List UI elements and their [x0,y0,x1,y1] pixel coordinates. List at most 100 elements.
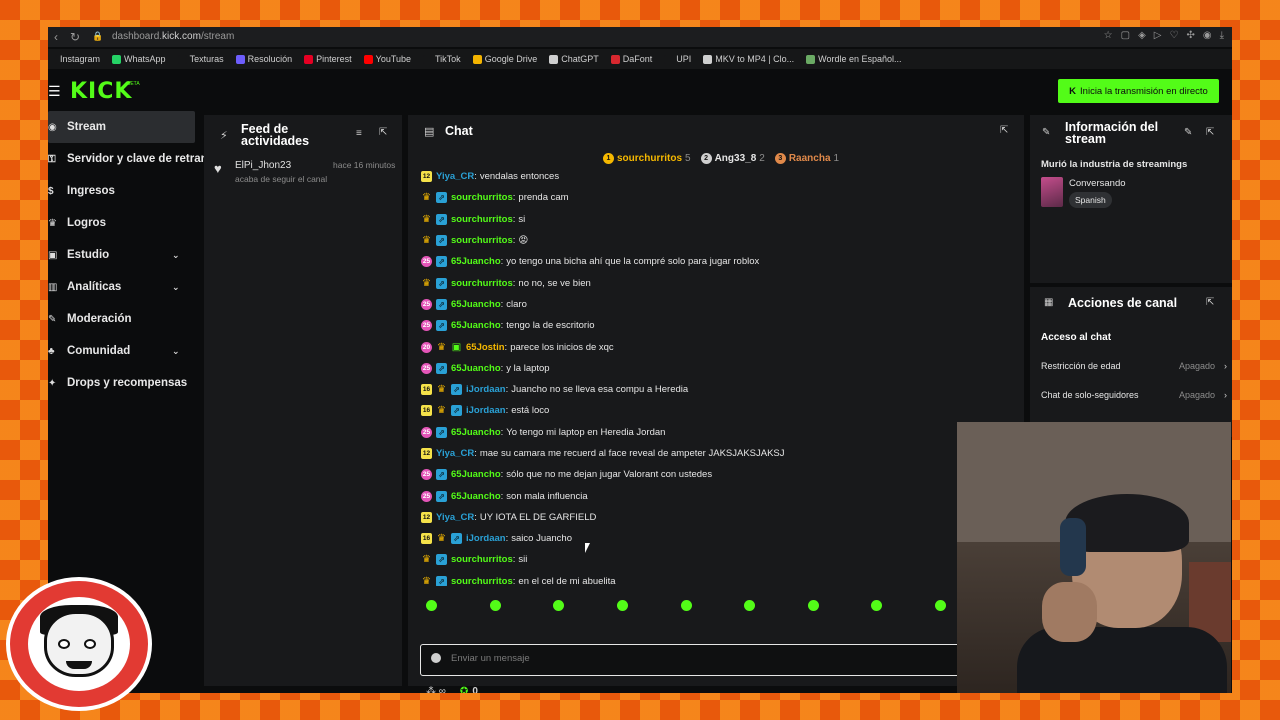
sidebar-item-servidor[interactable]: ⚿ Servidor y clave de retransmisión [48,143,251,175]
leaderboard-entry[interactable]: 1 sourchurritos 5 [603,153,691,164]
chat-username[interactable]: iJordaan [466,384,506,395]
popout-icon[interactable]: ⇱ [1000,125,1008,136]
bookmark-item[interactable]: YouTube [363,54,411,64]
bookmark-item[interactable]: ChatGPT [549,54,599,64]
sidebar-item-analíticas[interactable]: ▥ Analíticas ⌄ [48,271,198,303]
bookmark-star-icon[interactable]: ☆ [1104,30,1113,41]
extension-icon[interactable]: ▢ [1121,30,1130,41]
download-icon[interactable]: ⤓ [1220,30,1224,41]
feed-item-name[interactable]: ElPi_Jhon23 [235,160,291,171]
go-live-button[interactable]: K Inicia la transmisión en directo [1058,79,1219,103]
puzzle-icon[interactable]: ✣ [1186,30,1194,41]
points-icon[interactable]: ✪ [460,686,468,693]
chat-username[interactable]: sourchurritos [451,278,513,289]
emote-icon[interactable] [744,600,756,611]
chat-username[interactable]: 65Juancho [451,427,501,438]
chat-username[interactable]: 65Juancho [451,363,501,374]
emote-icon[interactable] [807,600,819,611]
followers-only-setting[interactable]: Chat de solo-seguidores Apagado › [1041,390,1227,400]
stream-info-title: Información del stream [1065,120,1159,146]
bookmark-item[interactable]: MKV to MP4 | Clo... [703,54,794,64]
sidebar-item-drops[interactable]: ✦ Drops y recompensas [48,367,198,399]
kick-logo[interactable]: KICK [70,79,132,104]
chat-username[interactable]: Yiya_CR [436,448,474,459]
chat-username[interactable]: Yiya_CR [436,171,474,182]
bookmark-item[interactable]: UPI [664,54,691,64]
colon: : [505,384,509,396]
back-icon[interactable]: ‹ [54,30,58,44]
crown-badge-icon: ♛ [437,341,446,353]
chat-username[interactable]: sourchurritos [451,192,513,203]
chevron-down-icon[interactable]: ⌄ [172,250,180,261]
reload-icon[interactable]: ↻ [70,30,80,44]
sidebar-item-estudio[interactable]: ▣ Estudio ⌄ [48,239,198,271]
emote-icon[interactable] [935,600,946,611]
play-icon[interactable]: ▷ [1154,30,1162,41]
colon: : [474,511,477,523]
sidebar-item-ingresos[interactable]: $ Ingresos [48,175,198,207]
settings-icon[interactable]: ⁂ ∞ [426,686,446,693]
emote-icon[interactable] [426,600,437,611]
emote-icon[interactable] [553,600,565,611]
bookmark-item[interactable]: Instagram [48,54,100,64]
verified-badge-icon: ⇗ [436,256,447,268]
bookmark-item[interactable]: Google Drive [472,54,537,64]
edit-icon[interactable]: ✎ [1184,127,1192,138]
chat-username[interactable]: sourchurritos [451,235,513,246]
chat-username[interactable]: iJordaan [466,533,506,544]
emote-icon[interactable] [489,600,501,611]
popout-icon[interactable]: ⇱ [1206,297,1214,308]
chat-username[interactable]: Yiya_CR [436,512,474,523]
emote-icon[interactable] [616,600,628,611]
chat-username[interactable]: 65Juancho [451,469,501,480]
emote-icon[interactable] [871,600,883,611]
chat-username[interactable]: 65Juancho [451,491,501,502]
bookmark-item[interactable]: Pinterest [304,54,352,64]
sidebar-item-comunidad[interactable]: ♣ Comunidad ⌄ [48,335,198,367]
sidebar-item-logros[interactable]: ♛ Logros [48,207,198,239]
chat-username[interactable]: iJordaan [466,405,506,416]
chat-username[interactable]: sourchurritos [451,576,513,586]
stream-category[interactable]: Conversando [1069,178,1126,189]
sidebar-item-moderación[interactable]: ✎ Moderación [48,303,198,335]
chat-username[interactable]: 65Juancho [451,299,501,310]
months-badge-icon: 25 [421,256,432,268]
shield-icon[interactable]: ◈ [1138,30,1146,41]
extension-icons: ☆ ▢ ◈ ▷ ♡ ✣ ◉ ⤓ [1104,30,1224,41]
chat-message-text: está loco [511,405,550,417]
filter-icon[interactable]: ≡ [356,128,362,139]
chat-message-text: vendalas entonces [479,171,560,183]
stream-info-panel: ✎ Información del stream ✎ ⇱ Murió la in… [1030,115,1232,283]
profile-icon[interactable]: ◉ [1203,30,1212,41]
address-bar[interactable]: ‹ ↻ 🔒 dashboard.kick.com/stream ☆ ▢ ◈ ▷ … [48,27,1232,47]
chevron-down-icon[interactable]: ⌄ [172,346,180,357]
verified-badge-icon: ⇗ [436,320,447,332]
popout-icon[interactable]: ⇱ [379,127,387,138]
url-text[interactable]: dashboard.kick.com/stream [112,31,234,42]
chat-username[interactable]: sourchurritos [451,214,513,225]
chat-input-box[interactable] [420,644,1010,676]
chat-username[interactable]: 65Juancho [451,320,501,331]
chat-username[interactable]: sourchurritos [451,554,513,565]
bookmark-icon [304,54,314,64]
bookmark-item[interactable]: TikTok [423,54,461,64]
chat-username[interactable]: 65Juancho [451,256,501,267]
chat-input[interactable] [451,653,971,664]
menu-icon[interactable]: ☰ [48,83,61,100]
emote-icon[interactable] [680,600,692,611]
bookmark-item[interactable]: DaFont [610,54,652,64]
bookmark-item[interactable]: Texturas [177,54,224,64]
leaderboard-entry[interactable]: 3 Raancha 1 [774,153,839,164]
bookmark-item[interactable]: Resolución [235,54,292,64]
bookmark-item[interactable]: WhatsApp [112,54,166,64]
sidebar-item-label: Drops y recompensas [67,377,188,389]
heart-icon[interactable]: ♡ [1169,30,1178,41]
chat-username[interactable]: 65Jostin [466,342,505,353]
bookmark-item[interactable]: Wordle en Español... [806,54,902,64]
age-restriction-setting[interactable]: Restricción de edad Apagado › [1041,361,1227,371]
crown-badge-icon: ♛ [422,192,431,204]
sidebar-item-stream[interactable]: ◉ Stream [48,111,195,143]
leaderboard-entry[interactable]: 2 Ang33_8 2 [700,153,765,164]
popout-icon[interactable]: ⇱ [1206,127,1214,138]
chevron-down-icon[interactable]: ⌄ [172,282,180,293]
